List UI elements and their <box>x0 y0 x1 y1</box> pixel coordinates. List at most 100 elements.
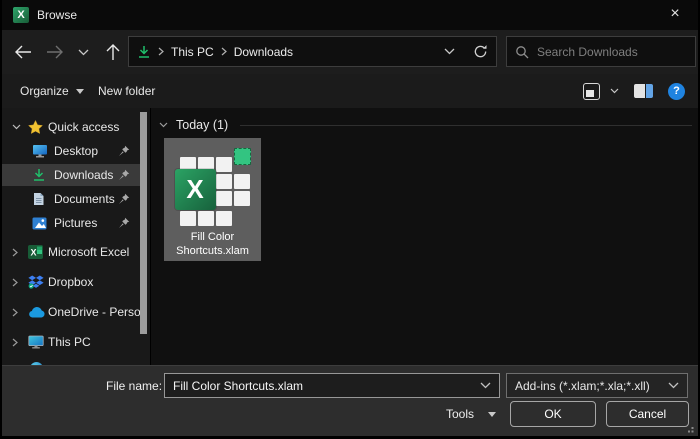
sidebar-item-microsoft-excel[interactable]: X Microsoft Excel <box>2 241 140 263</box>
sidebar-item-desktop[interactable]: Desktop <box>2 140 140 162</box>
back-button[interactable] <box>10 30 36 74</box>
cancel-button[interactable]: Cancel <box>606 401 689 427</box>
chevron-right-icon <box>12 248 18 257</box>
chevron-right-icon <box>12 278 18 287</box>
organize-label: Organize <box>20 84 69 98</box>
file-name-label: Fill Color Shortcuts.xlam <box>176 231 249 257</box>
chevron-down-icon[interactable] <box>668 382 679 389</box>
chevron-down-icon <box>78 49 88 55</box>
back-arrow-icon <box>15 45 31 59</box>
window-title: Browse <box>37 8 78 22</box>
group-label: Today (1) <box>176 118 229 132</box>
sidebar-item-label: Documents <box>54 192 115 206</box>
pin-icon <box>118 217 130 229</box>
file-name-field-label: File name: <box>106 379 163 393</box>
dialog-footer: File name: Add-ins (*.xlam;*.xla;*.xll) … <box>2 365 698 436</box>
search-input[interactable] <box>537 44 667 59</box>
selected-cell-icon <box>233 148 251 165</box>
sidebar-item-label: Dropbox <box>48 275 94 289</box>
up-arrow-icon <box>106 43 120 60</box>
tools-label: Tools <box>446 407 475 421</box>
chevron-right-icon <box>12 308 18 317</box>
sidebar-item-label: Desktop <box>54 144 99 158</box>
sidebar-item-downloads[interactable]: Downloads <box>2 164 140 186</box>
address-dropdown-button[interactable] <box>444 48 455 55</box>
file-item-fill-color-shortcuts[interactable]: X Fill Color Shortcuts.xlam <box>164 138 261 261</box>
sidebar-item-label: Pictures <box>54 216 98 230</box>
sidebar-item-onedrive[interactable]: OneDrive - Person <box>2 301 147 323</box>
search-box[interactable] <box>506 36 696 67</box>
group-header-today[interactable]: Today (1) <box>159 118 692 132</box>
resize-grip[interactable] <box>685 424 694 433</box>
sidebar-item-dropbox[interactable]: Dropbox <box>2 271 140 293</box>
pin-icon <box>118 145 130 157</box>
sidebar-item-pictures[interactable]: Pictures <box>2 212 140 234</box>
sidebar-scrollbar[interactable] <box>140 112 147 334</box>
address-bar[interactable]: This PC Downloads <box>128 36 497 67</box>
preview-pane-button[interactable] <box>634 74 653 108</box>
downloads-location-icon <box>139 45 149 58</box>
chevron-right-icon <box>12 338 18 347</box>
title-bar: X Browse × <box>2 0 698 30</box>
pin-icon <box>118 169 130 181</box>
svg-text:X: X <box>30 248 36 258</box>
excel-addin-file-icon: X <box>174 145 252 227</box>
recent-locations-button[interactable] <box>72 30 94 74</box>
breadcrumb-this-pc[interactable]: This PC <box>171 45 214 59</box>
excel-icon: X <box>28 245 43 259</box>
star-icon <box>28 120 43 134</box>
icon-view-icon <box>583 82 600 100</box>
preview-pane-icon <box>634 84 653 98</box>
document-icon <box>32 192 45 206</box>
organize-button[interactable]: Organize <box>20 74 84 108</box>
search-icon <box>516 45 529 58</box>
new-folder-label: New folder <box>98 84 156 98</box>
browse-dialog-window: X Browse × This PC Downloads Search Down… <box>0 0 700 439</box>
new-folder-button[interactable]: New folder <box>98 74 155 108</box>
desktop-icon <box>32 144 48 158</box>
onedrive-cloud-icon <box>28 306 45 318</box>
excel-x-badge: X <box>174 169 216 210</box>
file-name-combobox[interactable] <box>164 373 500 398</box>
ok-button[interactable]: OK <box>510 401 596 427</box>
breadcrumb-separator-icon <box>221 47 227 56</box>
chevron-down-icon <box>12 124 21 130</box>
chevron-down-icon <box>159 122 168 128</box>
dropbox-icon <box>28 275 44 289</box>
sidebar-item-this-pc[interactable]: This PC <box>2 331 140 353</box>
chevron-down-icon <box>444 48 455 55</box>
forward-arrow-icon <box>47 45 63 59</box>
sidebar-item-documents[interactable]: Documents <box>2 188 140 210</box>
sidebar-item-quick-access[interactable]: Quick access <box>2 116 140 138</box>
picture-icon <box>32 217 47 230</box>
file-list-area[interactable]: Today (1) X Fill Color Shortcuts.xlam <box>150 108 698 365</box>
file-name-input[interactable] <box>173 378 480 393</box>
forward-button[interactable] <box>42 30 68 74</box>
command-toolbar: Organize New folder ? <box>2 74 698 108</box>
close-icon[interactable]: × <box>652 0 698 30</box>
dropdown-triangle-icon <box>488 411 497 417</box>
monitor-icon <box>28 335 44 349</box>
sidebar-item-label: This PC <box>48 335 91 349</box>
sidebar-item-label: Microsoft Excel <box>48 245 130 259</box>
views-dropdown-button[interactable] <box>610 74 619 108</box>
sidebar-item-label: Quick access <box>48 120 120 134</box>
file-type-combobox[interactable]: Add-ins (*.xlam;*.xla;*.xll) <box>506 373 688 398</box>
breadcrumb-separator-icon <box>158 47 164 56</box>
sidebar-item-label: Downloads <box>54 168 114 182</box>
group-divider <box>240 124 692 126</box>
tools-button[interactable]: Tools <box>440 401 502 427</box>
refresh-button[interactable] <box>473 44 488 59</box>
excel-app-icon: X <box>13 7 29 23</box>
navigation-bar: This PC Downloads <box>2 30 698 74</box>
breadcrumb-downloads[interactable]: Downloads <box>234 45 293 59</box>
chevron-down-icon <box>610 88 619 94</box>
download-icon <box>32 168 46 182</box>
dropdown-triangle-icon <box>75 88 84 94</box>
up-button[interactable] <box>100 30 126 74</box>
file-type-value: Add-ins (*.xlam;*.xla;*.xll) <box>515 378 650 393</box>
views-button[interactable] <box>583 74 600 108</box>
chevron-down-icon[interactable] <box>480 382 491 389</box>
help-button[interactable]: ? <box>668 74 685 108</box>
sidebar-item-label: OneDrive - Person <box>48 305 148 319</box>
